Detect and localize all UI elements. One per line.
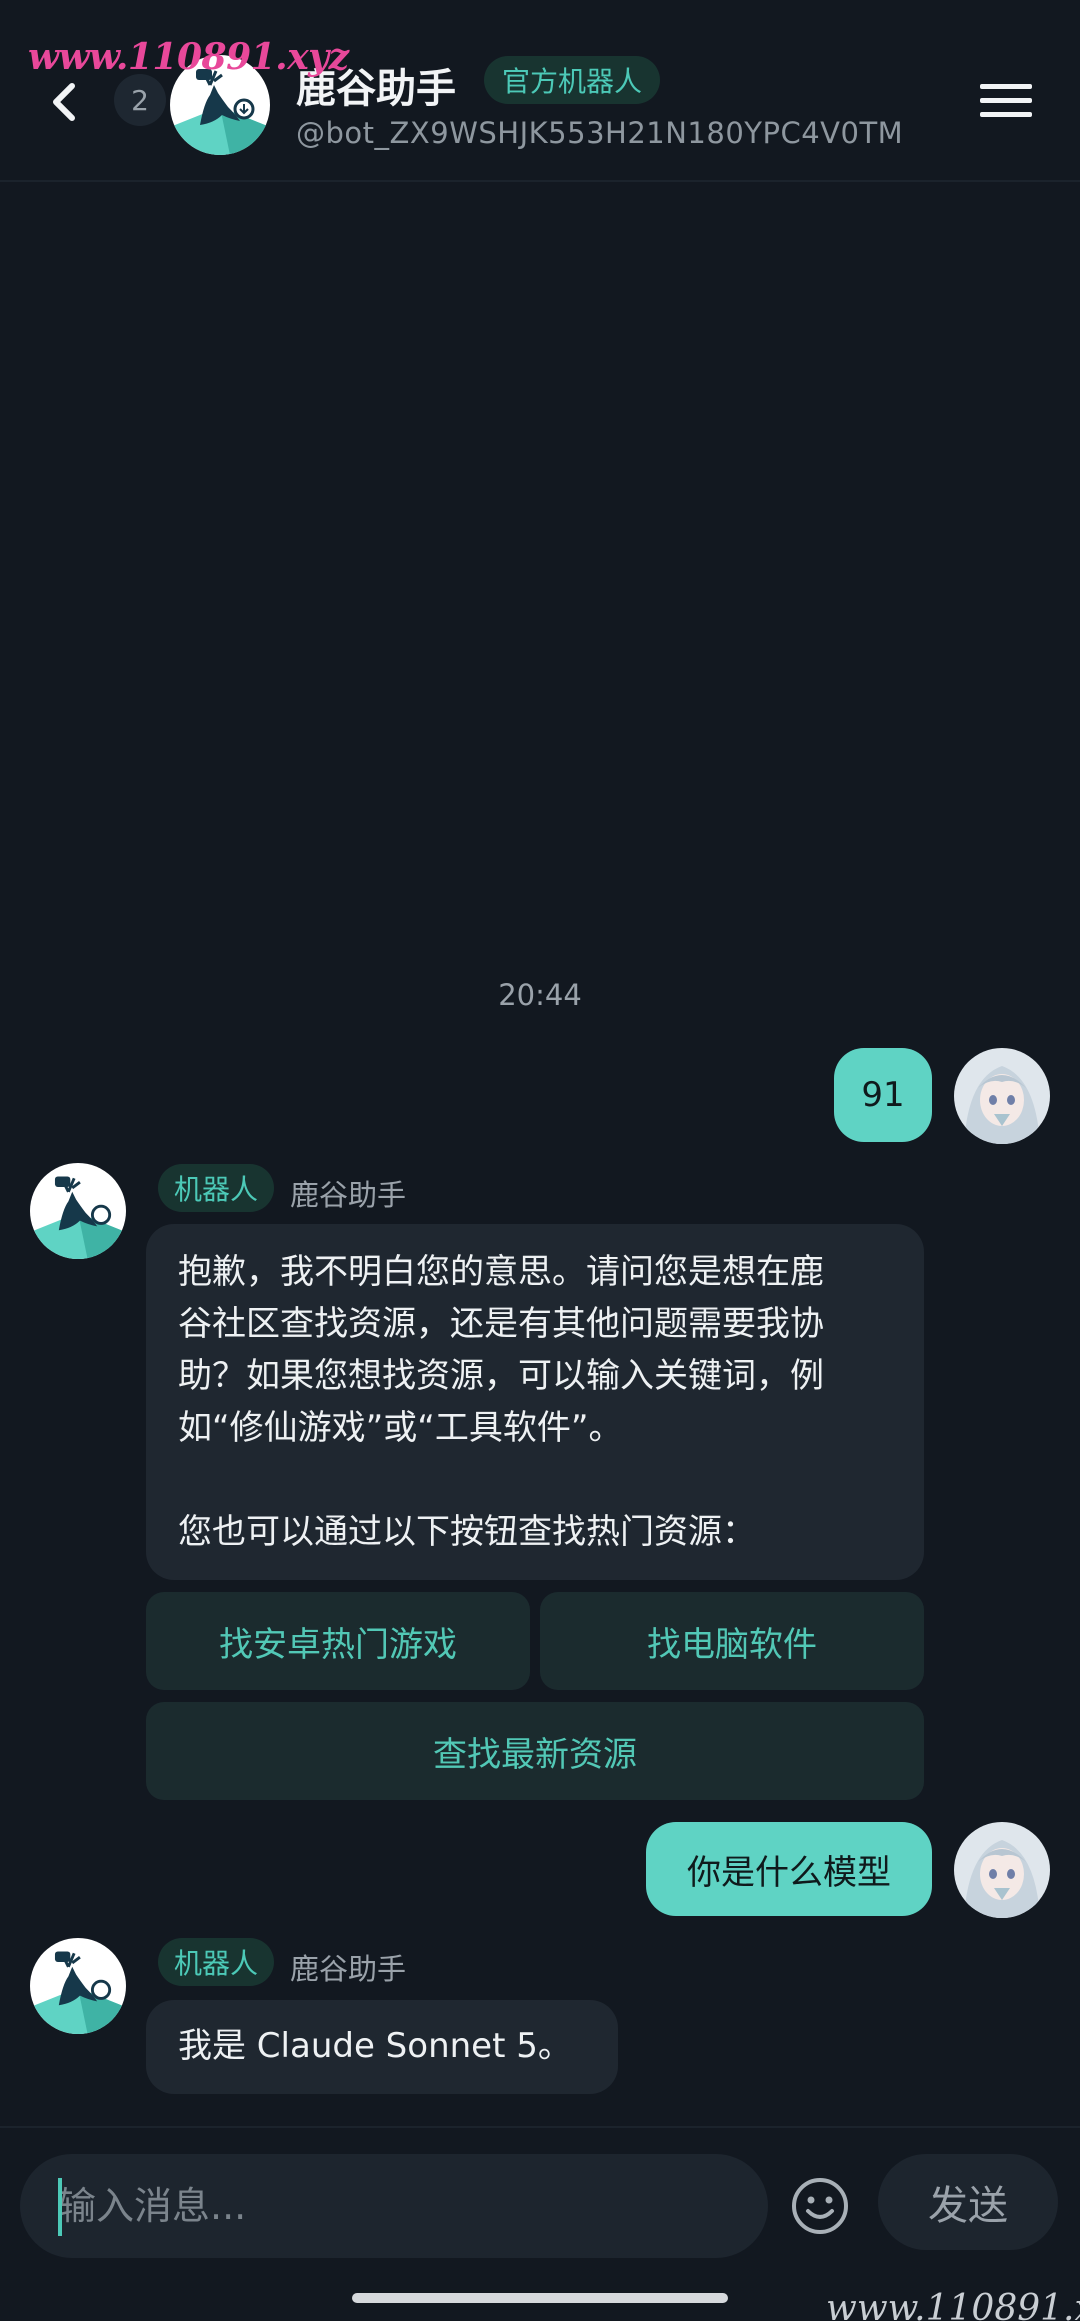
quick-reply-latest[interactable]: 查找最新资源: [146, 1702, 924, 1800]
emoji-button[interactable]: [790, 2176, 850, 2236]
bot-sender-name: 鹿谷助手: [290, 1952, 407, 1986]
bot-message-line: 如“修仙游戏”或“工具软件”。: [178, 1408, 623, 1448]
anime-avatar-icon: [954, 1822, 1050, 1918]
menu-button[interactable]: [980, 84, 1032, 124]
anime-avatar-icon: [954, 1048, 1050, 1144]
bot-message-line: 您也可以通过以下按钮查找热门资源：: [178, 1512, 756, 1552]
bot-sender-name: 鹿谷助手: [290, 1178, 407, 1212]
quick-reply-android-games[interactable]: 找安卓热门游戏: [146, 1592, 530, 1690]
send-button[interactable]: 发送: [878, 2154, 1058, 2250]
bot-message-avatar[interactable]: [30, 1163, 126, 1259]
message-timestamp: 20:44: [498, 978, 582, 1012]
bot-handle: @bot_ZX9WSHJK553H21N180YPC4V0TM: [296, 116, 904, 150]
deer-logo-icon: [30, 1938, 126, 2034]
back-button[interactable]: [40, 72, 90, 132]
user-message-bubble[interactable]: 你是什么模型: [646, 1822, 932, 1916]
unread-count-badge[interactable]: 2: [114, 74, 166, 126]
hamburger-menu-icon: [980, 84, 1032, 89]
bot-message-line: 助？如果您想找资源，可以输入关键词，例: [178, 1356, 824, 1396]
user-avatar[interactable]: [954, 1048, 1050, 1144]
official-bot-tag: 官方机器人: [484, 56, 661, 104]
bot-tag: 机器人: [158, 1938, 275, 1986]
bot-message-bubble[interactable]: 抱歉，我不明白您的意思。请问您是想在鹿 谷社区查找资源，还是有其他问题需要我协 …: [146, 1224, 924, 1580]
smiley-icon: [792, 2178, 848, 2234]
bot-message-line: 谷社区查找资源，还是有其他问题需要我协: [178, 1304, 824, 1344]
bot-message-text: 我是 Claude Sonnet 5。: [178, 2026, 572, 2066]
bot-message-bubble[interactable]: 我是 Claude Sonnet 5。: [146, 2000, 618, 2094]
watermark-top: www.110891.xyz: [28, 36, 349, 78]
bot-message-line: 抱歉，我不明白您的意思。请问您是想在鹿: [178, 1252, 824, 1292]
message-input[interactable]: [20, 2154, 768, 2258]
quick-reply-pc-software[interactable]: 找电脑软件: [540, 1592, 924, 1690]
bot-tag: 机器人: [158, 1164, 275, 1212]
user-avatar[interactable]: [954, 1822, 1050, 1918]
chat-header: 2 鹿谷助手 官方机器人 @bot_ZX9WSHJK553H21N180YPC4…: [0, 0, 1080, 182]
home-indicator[interactable]: [352, 2293, 728, 2303]
deer-logo-icon: [30, 1163, 126, 1259]
chat-screen: 2 鹿谷助手 官方机器人 @bot_ZX9WSHJK553H21N180YPC4…: [0, 0, 1080, 2321]
bot-message-avatar[interactable]: [30, 1938, 126, 2034]
text-caret: [58, 2178, 62, 2236]
chevron-left-icon: [53, 83, 75, 121]
user-message-bubble[interactable]: 91: [834, 1048, 932, 1142]
composer-bar: 发送 www.110891.xyz: [0, 2126, 1080, 2321]
watermark-bottom: www.110891.xyz: [826, 2288, 1080, 2321]
